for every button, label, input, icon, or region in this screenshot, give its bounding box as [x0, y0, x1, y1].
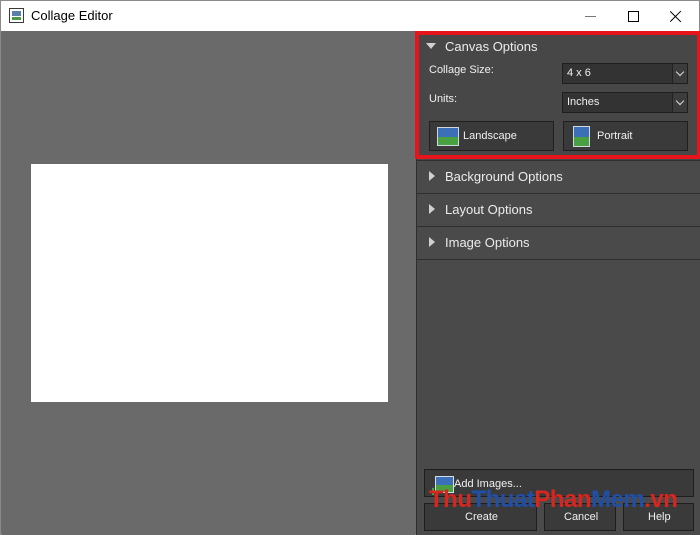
canvas-preview-area	[2, 31, 415, 535]
collapsed-arrow-icon	[429, 171, 435, 181]
maximize-icon	[627, 10, 639, 22]
close-button[interactable]	[653, 1, 699, 31]
window-title: Collage Editor	[31, 8, 113, 23]
maximize-button[interactable]	[610, 1, 656, 31]
title-bar[interactable]: Collage Editor	[1, 1, 699, 31]
minimize-button[interactable]	[567, 1, 613, 31]
background-options-title: Background Options	[445, 169, 563, 184]
watermark: ThuThuatPhanMem.vn	[429, 486, 678, 513]
collapsed-arrow-icon	[429, 237, 435, 247]
layout-options-title: Layout Options	[445, 202, 533, 217]
collage-canvas[interactable]	[31, 164, 388, 402]
highlight-box	[415, 31, 700, 159]
close-icon	[670, 10, 682, 22]
layout-options-section[interactable]: Layout Options	[417, 194, 700, 227]
app-icon	[9, 8, 24, 23]
image-options-title: Image Options	[445, 235, 530, 250]
background-options-section[interactable]: Background Options	[417, 161, 700, 194]
minimize-icon	[584, 15, 596, 17]
image-options-section[interactable]: Image Options	[417, 227, 700, 260]
collapsed-arrow-icon	[429, 204, 435, 214]
collage-editor-window: Collage Editor Canvas Options Collage Si…	[0, 0, 700, 535]
